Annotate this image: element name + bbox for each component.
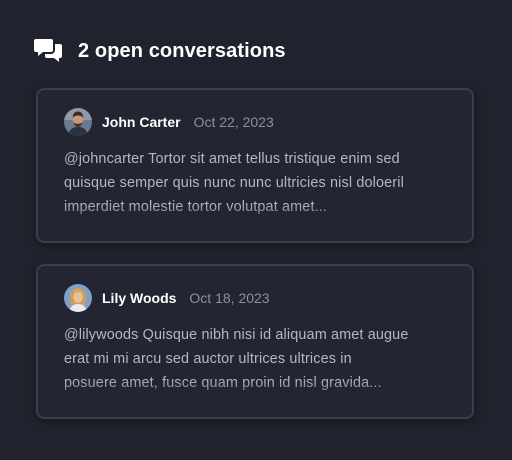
avatar — [64, 108, 92, 136]
avatar — [64, 284, 92, 312]
message-date: Oct 22, 2023 — [193, 114, 274, 130]
message-date: Oct 18, 2023 — [189, 290, 270, 306]
fade-overlay — [38, 203, 472, 241]
conversation-meta: John Carter Oct 22, 2023 — [64, 107, 274, 137]
author-name[interactable]: John Carter — [102, 114, 181, 130]
conversation-meta: Lily Woods Oct 18, 2023 — [64, 283, 270, 313]
page-title: 2 open conversations — [78, 39, 286, 62]
panel-header: 2 open conversations — [34, 36, 286, 66]
conversation-card[interactable]: John Carter Oct 22, 2023 @johncarter Tor… — [36, 88, 474, 243]
chat-bubbles-icon — [34, 36, 64, 66]
conversation-card[interactable]: Lily Woods Oct 18, 2023 @lilywoods Quisq… — [36, 264, 474, 419]
conversations-panel: 2 open conversations John Carter Oct 22,… — [0, 0, 512, 460]
fade-overlay — [38, 379, 472, 417]
author-name[interactable]: Lily Woods — [102, 290, 176, 306]
